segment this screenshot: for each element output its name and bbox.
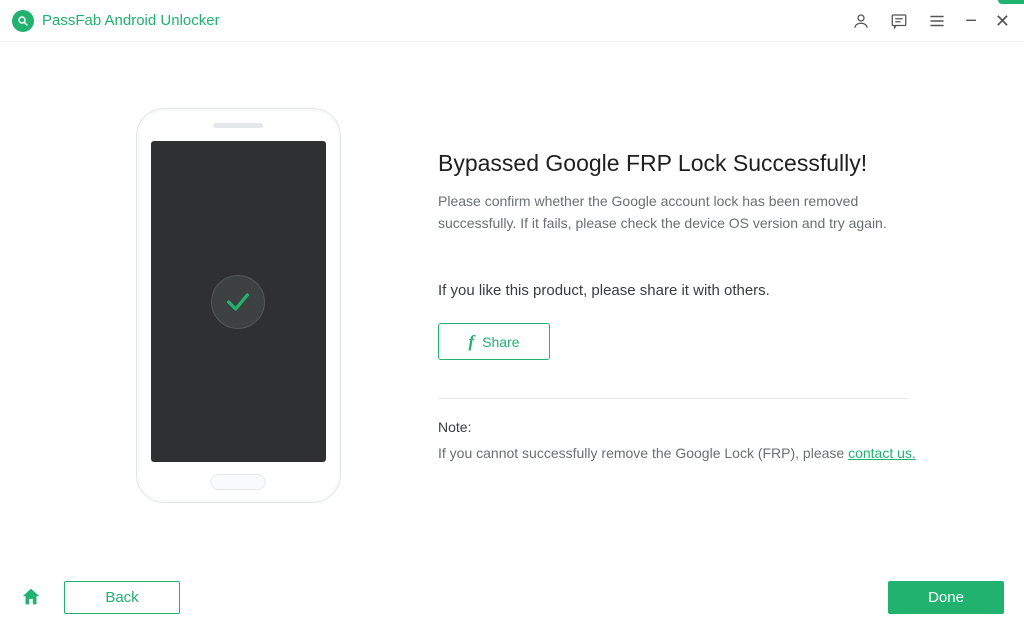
phone-illustration (136, 108, 341, 503)
success-heading: Bypassed Google FRP Lock Successfully! (438, 150, 966, 177)
minimize-button[interactable]: − (965, 11, 977, 31)
contact-us-link[interactable]: contact us. (848, 445, 916, 461)
app-logo-icon (12, 10, 34, 32)
note-text: If you cannot successfully remove the Go… (438, 445, 966, 461)
success-check-icon (211, 275, 265, 329)
share-prompt: If you like this product, please share i… (438, 282, 966, 299)
main-area: Bypassed Google FRP Lock Successfully! P… (0, 42, 1024, 569)
close-button[interactable]: ✕ (995, 12, 1010, 30)
phone-illustration-wrap (48, 108, 428, 503)
titlebar: PassFab Android Unlocker − ✕ (0, 0, 1024, 42)
share-button[interactable]: f Share (438, 323, 550, 360)
app-title: PassFab Android Unlocker (42, 12, 220, 29)
feedback-icon[interactable] (889, 11, 909, 31)
phone-screen (151, 141, 326, 462)
home-button[interactable] (20, 586, 42, 608)
phone-speaker-icon (213, 123, 263, 128)
success-subtext: Please confirm whether the Google accoun… (438, 191, 908, 234)
phone-home-button-icon (211, 474, 266, 490)
note-label: Note: (438, 419, 966, 435)
done-button[interactable]: Done (888, 581, 1004, 614)
facebook-icon: f (468, 332, 474, 352)
share-button-label: Share (482, 334, 519, 350)
divider (438, 398, 908, 399)
menu-icon[interactable] (927, 11, 947, 31)
footer: Back Done (0, 569, 1024, 625)
back-button[interactable]: Back (64, 581, 180, 614)
titlebar-right: − ✕ (851, 11, 1010, 31)
note-text-prefix: If you cannot successfully remove the Go… (438, 445, 848, 461)
account-icon[interactable] (851, 11, 871, 31)
content-column: Bypassed Google FRP Lock Successfully! P… (428, 150, 976, 461)
